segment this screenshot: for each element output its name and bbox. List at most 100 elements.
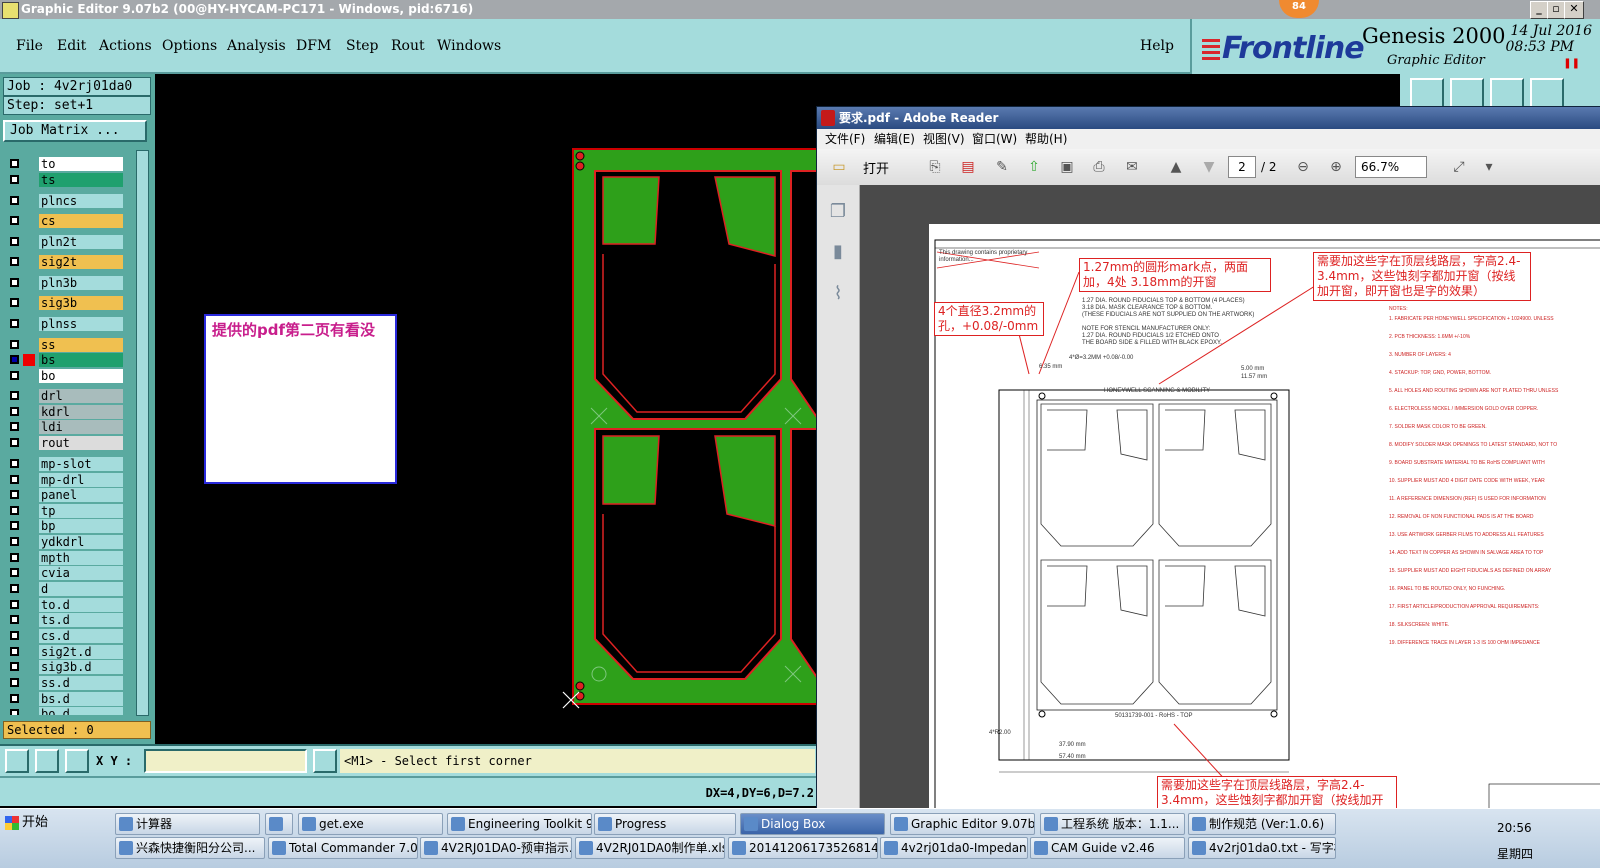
layer-row[interactable]: drl bbox=[3, 389, 135, 403]
layer-checkbox[interactable] bbox=[10, 278, 19, 287]
measure-tool-icon[interactable] bbox=[5, 749, 29, 773]
layer-row[interactable]: tp bbox=[3, 504, 135, 518]
next-page-icon[interactable]: ▼ bbox=[1199, 158, 1219, 176]
zoom-select[interactable]: 66.7% bbox=[1355, 156, 1427, 178]
layer-row[interactable]: d bbox=[3, 582, 135, 596]
layer-name[interactable]: bs bbox=[39, 353, 123, 367]
open-button[interactable]: 打开 bbox=[863, 158, 889, 177]
layer-name[interactable]: plnss bbox=[39, 317, 123, 331]
home-icon[interactable] bbox=[1410, 78, 1444, 108]
layer-name[interactable]: bo.d bbox=[39, 707, 123, 715]
layer-checkbox[interactable] bbox=[10, 159, 19, 168]
layer-name[interactable]: drl bbox=[39, 389, 123, 403]
minimize-button[interactable]: _ bbox=[1530, 1, 1548, 19]
taskbar-button[interactable]: 工程系统 版本：1.1... bbox=[1040, 813, 1185, 835]
layer-row[interactable]: pln2t bbox=[3, 235, 135, 249]
layer-name[interactable]: plncs bbox=[39, 194, 123, 208]
layer-checkbox[interactable] bbox=[10, 553, 19, 562]
layer-checkbox[interactable] bbox=[10, 568, 19, 577]
layer-row[interactable]: ydkdrl bbox=[3, 535, 135, 549]
save-icon[interactable]: ▣ bbox=[1057, 158, 1077, 176]
zoom-out-icon[interactable]: ⊖ bbox=[1293, 158, 1313, 176]
layer-checkbox[interactable] bbox=[10, 355, 19, 364]
layer-row[interactable]: kdrl bbox=[3, 405, 135, 419]
layer-checkbox[interactable] bbox=[10, 216, 19, 225]
attachment-icon[interactable]: ⌇ bbox=[827, 283, 849, 305]
taskbar-button[interactable]: 20141206173526814.rt... bbox=[728, 837, 878, 859]
layer-row[interactable]: bo bbox=[3, 369, 135, 383]
layer-name[interactable]: ts.d bbox=[39, 613, 123, 627]
menu-rout[interactable]: Rout bbox=[391, 38, 425, 54]
layer-name[interactable]: to.d bbox=[39, 598, 123, 612]
layer-name[interactable]: bo bbox=[39, 369, 123, 383]
taskbar-button[interactable]: 4v2rj01da0-Impedance... bbox=[880, 837, 1028, 859]
pdf-tool-icon[interactable]: ▤ bbox=[958, 158, 978, 176]
reader-menu-help[interactable]: 帮助(H) bbox=[1025, 129, 1067, 149]
layer-row[interactable]: cs bbox=[3, 214, 135, 228]
layer-name[interactable]: ldi bbox=[39, 420, 123, 434]
layer-checkbox[interactable] bbox=[10, 237, 19, 246]
taskbar-button[interactable]: Engineering Toolkit 9.0... bbox=[447, 813, 592, 835]
layer-checkbox[interactable] bbox=[10, 175, 19, 184]
layer-name[interactable]: tp bbox=[39, 504, 123, 518]
layer-checkbox[interactable] bbox=[10, 709, 19, 715]
taskbar-button[interactable] bbox=[265, 813, 293, 835]
layer-checkbox[interactable] bbox=[10, 475, 19, 484]
layer-name[interactable]: pln2t bbox=[39, 235, 123, 249]
notification-badge[interactable]: 84 bbox=[1279, 0, 1319, 18]
layer-row[interactable]: ldi bbox=[3, 420, 135, 434]
taskbar-button[interactable]: get.exe bbox=[298, 813, 443, 835]
reader-menu-view[interactable]: 视图(V) bbox=[923, 129, 965, 149]
create-pdf-icon[interactable]: ⎘ bbox=[925, 158, 945, 176]
taskbar-button[interactable]: Dialog Box bbox=[740, 813, 885, 835]
grid-tool-icon[interactable] bbox=[65, 749, 89, 773]
layer-row[interactable]: to.d bbox=[3, 598, 135, 612]
taskbar-button[interactable]: Progress bbox=[594, 813, 736, 835]
menu-file[interactable]: File bbox=[16, 38, 43, 54]
layer-checkbox[interactable] bbox=[10, 662, 19, 671]
close-button[interactable]: ✕ bbox=[1564, 1, 1584, 19]
layer-row[interactable]: sig3b bbox=[3, 296, 135, 310]
layer-row[interactable]: bp bbox=[3, 519, 135, 533]
reader-menu-window[interactable]: 窗口(W) bbox=[972, 129, 1017, 149]
layer-row[interactable]: bs.d bbox=[3, 692, 135, 706]
layer-checkbox[interactable] bbox=[10, 615, 19, 624]
layer-row[interactable]: plncs bbox=[3, 194, 135, 208]
layer-checkbox[interactable] bbox=[10, 647, 19, 656]
menu-edit[interactable]: Edit bbox=[57, 38, 86, 54]
fit-page-icon[interactable]: ⤢ bbox=[1449, 158, 1469, 176]
layer-row[interactable]: sig2t bbox=[3, 255, 135, 269]
taskbar-button[interactable]: 4v2rj01da0.txt - 写字板 bbox=[1188, 837, 1336, 859]
taskbar-button[interactable]: 计算器 bbox=[115, 813, 260, 835]
reader-menu-file[interactable]: 文件(F) bbox=[825, 129, 865, 149]
layer-checkbox[interactable] bbox=[10, 391, 19, 400]
layer-row[interactable]: plnss bbox=[3, 317, 135, 331]
layer-checkbox[interactable] bbox=[10, 196, 19, 205]
layer-checkbox[interactable] bbox=[10, 584, 19, 593]
layer-name[interactable]: rout bbox=[39, 436, 123, 450]
window-icon[interactable] bbox=[1530, 78, 1564, 108]
layer-row[interactable]: pln3b bbox=[3, 276, 135, 290]
layer-row[interactable]: ts bbox=[3, 173, 135, 187]
layer-row[interactable]: cvia bbox=[3, 566, 135, 580]
layer-checkbox[interactable] bbox=[10, 438, 19, 447]
layer-checkbox[interactable] bbox=[10, 537, 19, 546]
layer-checkbox[interactable] bbox=[10, 506, 19, 515]
menu-options[interactable]: Options bbox=[162, 38, 217, 54]
menu-windows[interactable]: Windows bbox=[437, 38, 501, 54]
layer-name[interactable]: d bbox=[39, 582, 123, 596]
taskbar-button[interactable]: 4V2RJ01DA0-预审指示... bbox=[420, 837, 572, 859]
menu-help[interactable]: Help bbox=[1140, 38, 1174, 54]
house-icon[interactable] bbox=[1490, 78, 1524, 108]
layer-row[interactable]: panel bbox=[3, 488, 135, 502]
layer-checkbox[interactable] bbox=[10, 490, 19, 499]
layer-name[interactable]: mp-slot bbox=[39, 457, 123, 471]
layer-row[interactable]: sig3b.d bbox=[3, 660, 135, 674]
layer-name[interactable]: kdrl bbox=[39, 405, 123, 419]
layer-checkbox[interactable] bbox=[10, 257, 19, 266]
taskbar-button[interactable]: 4V2RJ01DA0制作单.xls... bbox=[575, 837, 725, 859]
layer-name[interactable]: pln3b bbox=[39, 276, 123, 290]
layer-checkbox[interactable] bbox=[10, 600, 19, 609]
edit-tool-icon[interactable] bbox=[35, 749, 59, 773]
layer-row[interactable]: rout bbox=[3, 436, 135, 450]
